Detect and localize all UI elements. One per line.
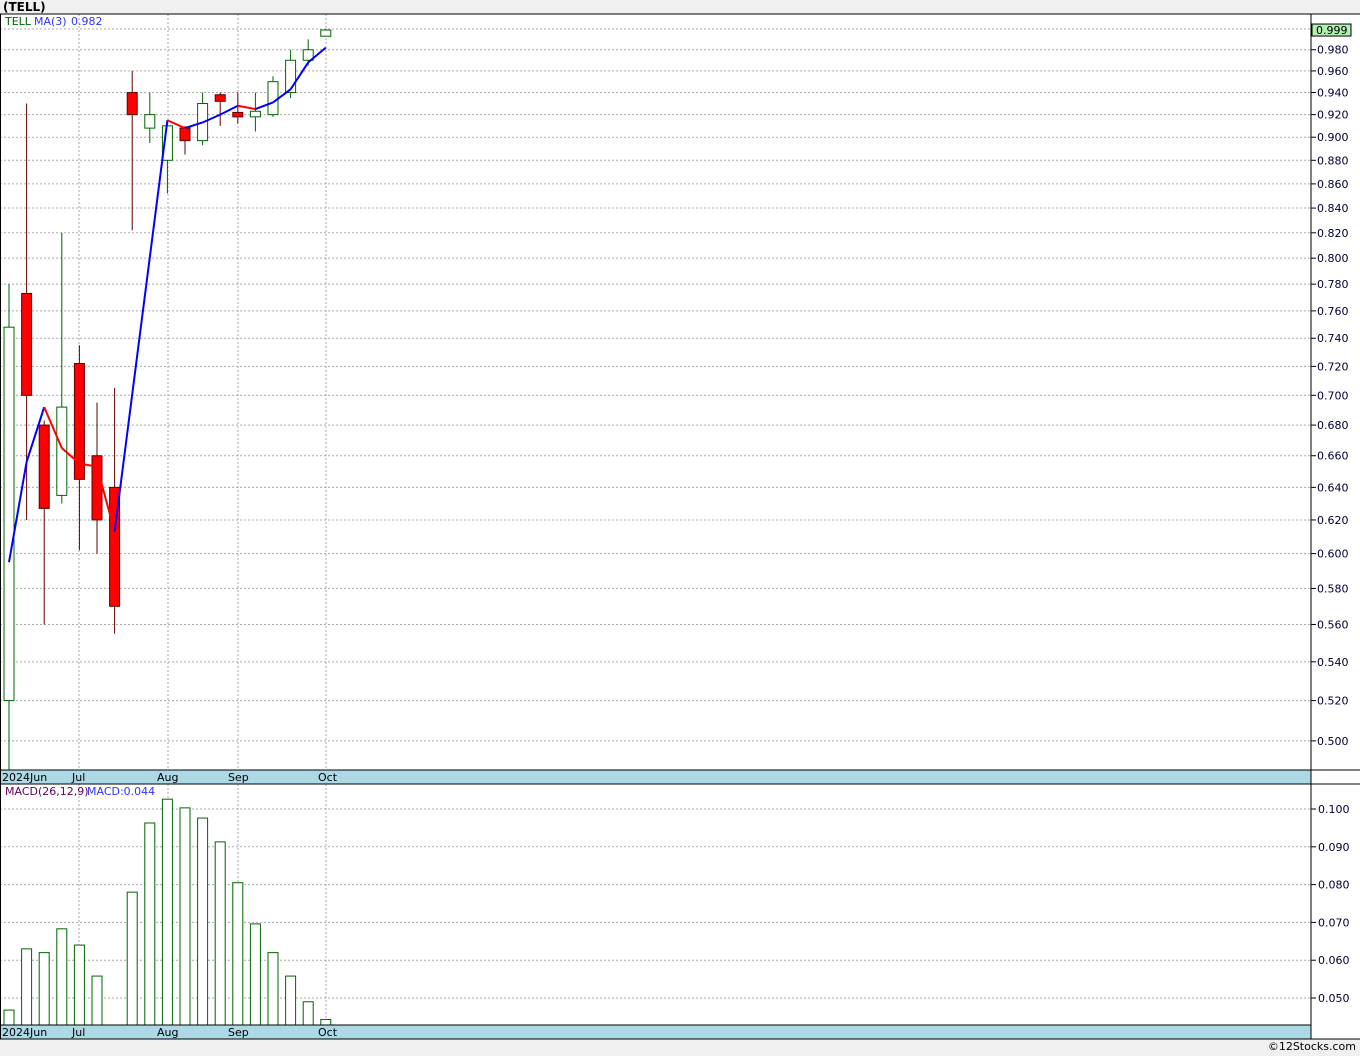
price-tick-label: 0.740 (1317, 332, 1349, 345)
macd-bar (126, 891, 138, 1026)
macd-bar (320, 1019, 332, 1026)
price-tick-label: 0.700 (1317, 389, 1349, 402)
date-tick-label: Jul (71, 771, 85, 784)
macd-tick-label: 0.100 (1318, 803, 1350, 816)
candle-down (126, 92, 138, 116)
price-tick-label: 0.580 (1317, 582, 1349, 595)
macd-bar (285, 975, 297, 1026)
date-tick-label: Oct (318, 1026, 338, 1039)
price-tick-label: 0.560 (1317, 618, 1349, 631)
legend-ma-value: 0.982 (71, 15, 103, 28)
price-tick-label: 0.780 (1317, 278, 1349, 291)
price-tick-label: 0.680 (1317, 419, 1349, 432)
price-tick-label: 0.640 (1317, 481, 1349, 494)
price-tick-label: 0.500 (1317, 735, 1349, 748)
macd-tick-label: 0.090 (1318, 841, 1350, 854)
candle-up (320, 29, 332, 37)
legend-symbol: TELL (4, 15, 32, 28)
candle-down (214, 94, 226, 102)
date-tick-label: Jul (71, 1026, 85, 1039)
price-tick-label: 0.820 (1317, 227, 1349, 240)
macd-bar (214, 841, 226, 1026)
macd-tick-label: 0.080 (1318, 879, 1350, 892)
price-tick-label: 0.940 (1317, 87, 1349, 100)
price-tick-label: 0.880 (1317, 154, 1349, 167)
macd-bar (144, 822, 156, 1026)
candle-up (3, 326, 15, 702)
macd-panel (0, 784, 1311, 1025)
price-tick-label: 0.800 (1317, 252, 1349, 265)
macd-bar (3, 1009, 15, 1026)
price-tick-label: 0.540 (1317, 656, 1349, 669)
price-tick-label: 0.520 (1317, 695, 1349, 708)
date-tick-label: 2024Jun (2, 771, 47, 784)
macd-bar (302, 1001, 314, 1026)
macd-bar (267, 952, 279, 1026)
stock-chart: 1.0000.9800.9600.9400.9200.9000.8800.860… (0, 13, 1360, 1040)
macd-bar (249, 923, 261, 1026)
candle-down (73, 363, 85, 480)
date-tick-label: Oct (318, 771, 338, 784)
date-tick-label: Aug (157, 1026, 178, 1039)
price-panel (0, 14, 1311, 770)
macd-bar (56, 928, 68, 1026)
macd-bar (197, 817, 209, 1026)
macd-date-axis (0, 1025, 1311, 1039)
price-date-axis (0, 770, 1311, 784)
price-tick-label: 0.600 (1317, 548, 1349, 561)
macd-bar (73, 944, 85, 1026)
price-tick-label: 0.960 (1317, 65, 1349, 78)
macd-bar (179, 807, 191, 1026)
legend-ma-label: MA(3) (34, 15, 67, 28)
macd-tick-label: 0.070 (1318, 916, 1350, 929)
last-price-label: 0.999 (1316, 24, 1348, 37)
date-tick-label: Aug (157, 771, 178, 784)
candle-down (38, 424, 50, 509)
macd-bar (38, 952, 50, 1026)
price-tick-label: 0.900 (1317, 131, 1349, 144)
candle-down (21, 292, 33, 396)
price-tick-label: 0.720 (1317, 360, 1349, 373)
candle-up (144, 114, 156, 129)
candle-up (267, 81, 279, 116)
date-tick-label: Sep (228, 1026, 249, 1039)
candle-up (249, 110, 261, 118)
macd-legend-value: MACD:0.044 (87, 785, 155, 798)
macd-bar (91, 975, 103, 1026)
candle-down (232, 111, 244, 118)
macd-tick-label: 0.060 (1318, 954, 1350, 967)
macd-bar (161, 798, 173, 1026)
macd-legend-label: MACD(26,12,9) (5, 785, 89, 798)
date-tick-label: Sep (228, 771, 249, 784)
candle-down (179, 127, 191, 142)
date-tick-label: 2024Jun (2, 1026, 47, 1039)
macd-bar (232, 882, 244, 1026)
price-tick-label: 0.860 (1317, 178, 1349, 191)
price-tick-label: 0.980 (1317, 44, 1349, 57)
macd-bar (21, 948, 33, 1026)
price-tick-label: 0.660 (1317, 450, 1349, 463)
price-tick-label: 0.840 (1317, 202, 1349, 215)
macd-tick-label: 0.050 (1318, 992, 1350, 1005)
price-tick-label: 0.920 (1317, 109, 1349, 122)
price-tick-label: 0.620 (1317, 514, 1349, 527)
price-tick-label: 0.760 (1317, 305, 1349, 318)
